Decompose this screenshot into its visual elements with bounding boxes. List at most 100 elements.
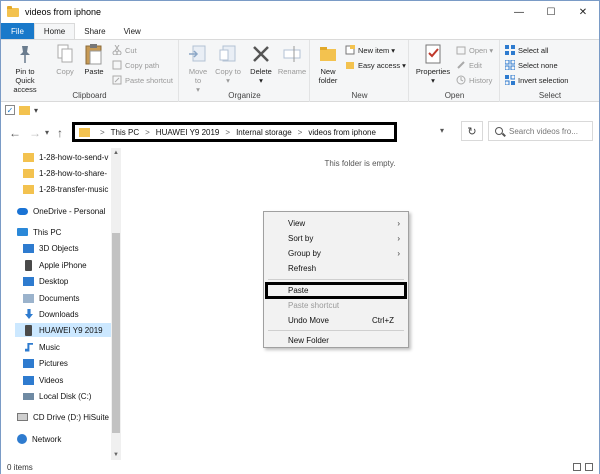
paste-shortcut-button[interactable]: Paste shortcut <box>112 75 173 85</box>
context-menu-paste-shortcut[interactable]: Paste shortcut <box>264 298 408 313</box>
nav-item-desktop[interactable]: Desktop <box>23 274 68 288</box>
select-none-button[interactable]: Select none <box>504 59 558 71</box>
breadcrumb-huawei[interactable]: HUAWEI Y9 2019 <box>156 128 220 137</box>
nav-item-documents[interactable]: Documents <box>23 291 79 305</box>
breadcrumb-this-pc[interactable]: This PC <box>111 128 139 137</box>
disk-icon <box>23 392 34 400</box>
context-menu-group-by[interactable]: Group by › <box>264 246 408 261</box>
maximize-button[interactable]: ☐ <box>535 1 567 23</box>
scroll-thumb[interactable] <box>112 233 120 433</box>
tab-home[interactable]: Home <box>33 23 76 39</box>
new-item-label: New item <box>358 45 390 55</box>
context-menu-refresh[interactable]: Refresh <box>264 261 408 276</box>
invert-selection-button[interactable]: Invert selection <box>504 74 569 86</box>
rename-button[interactable]: Rename <box>277 43 307 76</box>
nav-item-videos[interactable]: Videos <box>23 373 63 387</box>
context-menu-undo-move[interactable]: Undo Move Ctrl+Z <box>264 313 408 328</box>
scissors-icon <box>112 44 122 56</box>
close-button[interactable]: ✕ <box>567 1 599 23</box>
new-folder-button[interactable]: New folder <box>315 43 341 85</box>
new-item-button[interactable]: New item ▾ <box>345 45 395 55</box>
quick-access-toolbar: ✓ ▾ <box>1 102 599 118</box>
nav-item-folder-2[interactable]: 1-28-how-to-share- <box>23 166 107 180</box>
breadcrumb-videos-from-iphone[interactable]: videos from iphone <box>308 128 376 137</box>
nav-item-network[interactable]: Network <box>17 432 61 446</box>
address-bar[interactable]: > This PC > HUAWEI Y9 2019 > Internal st… <box>72 122 397 142</box>
menu-item-shortcut: Ctrl+Z <box>372 316 394 325</box>
clipboard-group-label: Clipboard <box>72 91 107 100</box>
details-view-icon[interactable] <box>573 463 581 471</box>
nav-item-label: Desktop <box>39 276 69 286</box>
select-all-icon <box>505 45 515 55</box>
history-button[interactable]: History <box>456 75 492 85</box>
nav-item-music[interactable]: Music <box>23 340 60 354</box>
edit-label: Edit <box>469 60 482 70</box>
nav-item-label: Network <box>32 434 62 444</box>
properties-button[interactable]: Properties ▾ <box>413 43 453 85</box>
nav-item-apple-iphone[interactable]: Apple iPhone <box>23 258 87 272</box>
search-input[interactable]: Search videos fro... <box>488 121 593 141</box>
refresh-icon[interactable]: ↻ <box>461 121 483 141</box>
context-menu-new-folder[interactable]: New Folder <box>264 333 408 348</box>
nav-item-cd-drive[interactable]: CD Drive (D:) HiSuite <box>17 410 109 424</box>
nav-item-huawei[interactable]: HUAWEI Y9 2019 <box>15 323 111 337</box>
context-menu-view[interactable]: View › <box>264 216 408 231</box>
menu-item-label: View <box>288 219 306 228</box>
nav-pane-scrollbar[interactable]: ▲ ▼ <box>111 148 121 460</box>
scroll-up-icon[interactable]: ▲ <box>111 148 121 158</box>
back-arrow-icon[interactable]: ← <box>9 126 21 140</box>
paste-highlight-box <box>265 282 407 299</box>
chevron-down-icon: ▾ <box>226 76 230 85</box>
copy-to-button[interactable]: Copy to ▾ <box>215 43 241 85</box>
nav-item-pictures[interactable]: Pictures <box>23 356 68 370</box>
rename-label: Rename <box>277 67 307 76</box>
delete-button[interactable]: Delete ▾ <box>248 43 274 85</box>
recent-locations-icon[interactable]: ▾ <box>45 128 49 137</box>
folder-icon <box>7 5 19 17</box>
easy-access-button[interactable]: Easy access ▾ <box>345 60 406 70</box>
nav-item-folder-1[interactable]: 1-28-how-to-send-v <box>23 150 108 164</box>
tab-share[interactable]: Share <box>75 23 114 39</box>
empty-folder-message: This folder is empty. <box>324 159 396 168</box>
context-menu: View › Sort by › Group by › Refresh Paste P… <box>263 211 409 348</box>
minimize-button[interactable]: — <box>503 1 535 23</box>
edit-button[interactable]: Edit <box>456 60 482 70</box>
nav-item-label: CD Drive (D:) HiSuite <box>33 412 110 422</box>
view-toggle-group <box>569 463 593 471</box>
new-group-label: New <box>351 91 368 100</box>
pictures-icon <box>23 358 34 368</box>
properties-label: Properties <box>415 67 451 76</box>
address-dropdown-icon[interactable]: ▾ <box>440 126 444 135</box>
scroll-down-icon[interactable]: ▼ <box>111 450 121 460</box>
cut-button[interactable]: Cut <box>112 44 137 56</box>
folder-icon <box>23 184 34 194</box>
move-to-button[interactable]: Move to ▾ <box>185 43 211 94</box>
properties-check-icon[interactable]: ✓ <box>5 105 15 115</box>
nav-item-downloads[interactable]: Downloads <box>23 307 79 321</box>
breadcrumb-internal-storage[interactable]: Internal storage <box>236 128 292 137</box>
context-menu-sort-by[interactable]: Sort by › <box>264 231 408 246</box>
open-group-label: Open <box>444 91 465 100</box>
large-icons-view-icon[interactable] <box>585 463 593 471</box>
item-count: 0 items <box>7 462 33 472</box>
select-all-button[interactable]: Select all <box>505 45 548 55</box>
nav-item-local-disk[interactable]: Local Disk (C:) <box>23 389 91 403</box>
paste-button[interactable]: Paste <box>81 43 107 76</box>
up-arrow-icon[interactable]: ↑ <box>57 126 63 140</box>
window-controls: — ☐ ✕ <box>503 1 599 23</box>
nav-item-3d-objects[interactable]: 3D Objects <box>23 241 79 255</box>
select-group: Select all Select none Invert selection … <box>501 40 599 102</box>
copy-button[interactable]: Copy <box>53 43 77 76</box>
nav-item-this-pc[interactable]: This PC <box>17 225 61 239</box>
copy-path-button[interactable]: Copy path <box>112 60 159 70</box>
nav-item-folder-3[interactable]: 1-28-transfer-music <box>23 182 108 196</box>
new-folder-qat-icon[interactable] <box>19 105 30 115</box>
nav-item-onedrive[interactable]: OneDrive - Personal <box>17 204 105 218</box>
invert-selection-label: Invert selection <box>518 75 569 85</box>
forward-arrow-icon[interactable]: → <box>29 126 41 140</box>
open-button[interactable]: Open ▾ <box>456 45 493 55</box>
customize-toolbar-icon[interactable]: ▾ <box>34 106 38 115</box>
tab-view[interactable]: View <box>115 23 150 39</box>
tab-file[interactable]: File <box>1 23 34 39</box>
pin-to-quick-access-button[interactable]: Pin to Quick access <box>5 43 45 94</box>
